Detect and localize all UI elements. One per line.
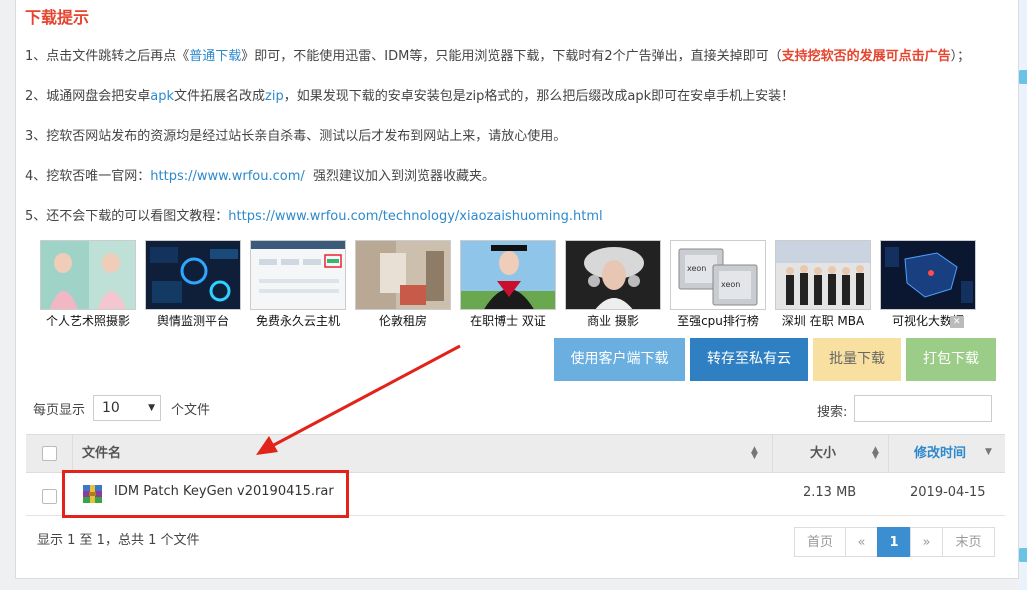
pager-last[interactable]: 末页 <box>942 527 995 557</box>
table-summary: 显示 1 至 1，总共 1 个文件 <box>37 533 200 548</box>
pager-current[interactable]: 1 <box>877 527 911 557</box>
red-arrow <box>256 344 461 455</box>
pager-next[interactable]: » <box>910 527 943 557</box>
pager-prev[interactable]: « <box>845 527 878 557</box>
pager-first[interactable]: 首页 <box>794 527 846 557</box>
